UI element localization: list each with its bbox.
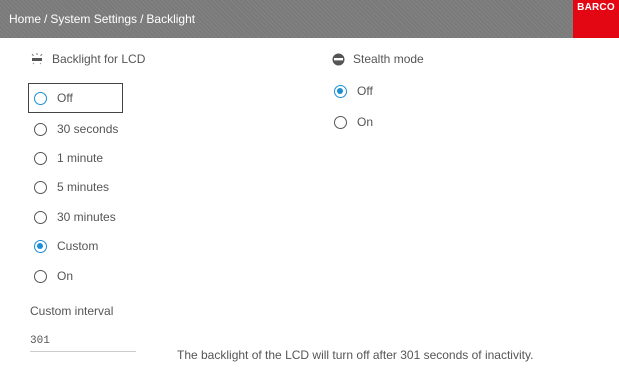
breadcrumb-separator: / [140, 12, 144, 26]
backlight-option-custom[interactable]: Custom [34, 239, 98, 253]
option-label: 5 minutes [57, 180, 110, 194]
backlight-option-on[interactable]: On [34, 269, 73, 283]
stealth-mask-icon [332, 53, 345, 66]
backlight-option-off[interactable]: Off [34, 91, 73, 105]
radio-button[interactable] [34, 91, 47, 105]
radio-button[interactable] [34, 269, 47, 283]
status-message: The backlight of the LCD will turn off a… [177, 348, 534, 362]
option-label: 1 minute [57, 151, 104, 165]
top-bar: Home / System Settings / Backlight BARCO [0, 0, 619, 38]
option-label: 30 minutes [57, 210, 116, 224]
option-label: On [357, 115, 374, 129]
stealth-option-on[interactable]: On [334, 115, 373, 129]
settings-panel: Backlight for LCD Off 30 seconds 1 minut… [18, 42, 610, 366]
backlight-option-5-minutes[interactable]: 5 minutes [34, 180, 109, 194]
backlight-icon [30, 53, 44, 65]
custom-interval-label: Custom interval [30, 304, 114, 318]
radio-button[interactable] [34, 180, 47, 194]
stealth-section-title: Stealth mode [332, 52, 424, 66]
breadcrumb-home[interactable]: Home [9, 12, 41, 26]
backlight-option-1-minute[interactable]: 1 minute [34, 151, 103, 165]
radio-button[interactable] [34, 122, 47, 136]
breadcrumb: Home / System Settings / Backlight [9, 12, 195, 26]
barco-logo: BARCO [573, 0, 619, 38]
logo-text: BARCO [577, 2, 615, 13]
option-label: 30 seconds [57, 122, 119, 136]
breadcrumb-backlight: Backlight [146, 12, 196, 26]
backlight-title: Backlight for LCD [52, 52, 146, 66]
radio-button[interactable] [34, 151, 47, 165]
backlight-section-title: Backlight for LCD [30, 52, 145, 66]
option-label: Off [357, 84, 373, 98]
breadcrumb-system-settings[interactable]: System Settings [50, 12, 137, 26]
radio-button[interactable] [34, 210, 47, 224]
radio-button[interactable] [334, 115, 347, 129]
stealth-option-off[interactable]: Off [334, 84, 373, 98]
backlight-option-30-minutes[interactable]: 30 minutes [34, 210, 116, 224]
radio-button[interactable] [34, 239, 47, 253]
backlight-option-30-seconds[interactable]: 30 seconds [34, 122, 118, 136]
stealth-title: Stealth mode [353, 52, 424, 66]
custom-interval-field[interactable]: 301 [30, 335, 136, 352]
option-label: Off [57, 91, 73, 105]
radio-button[interactable] [334, 84, 347, 98]
breadcrumb-separator: / [44, 12, 48, 26]
option-label: Custom [57, 239, 99, 253]
option-label: On [57, 269, 74, 283]
